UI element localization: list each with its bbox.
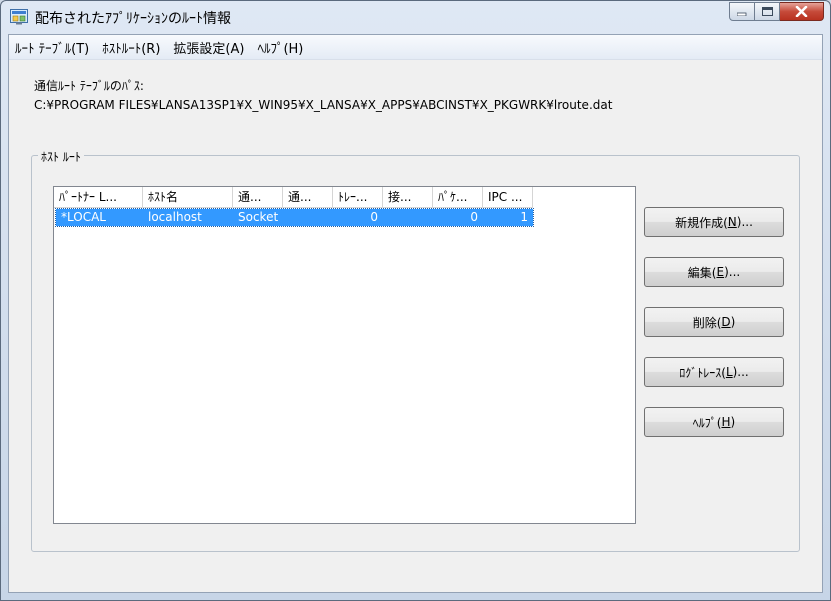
table-row[interactable]: *LOCAL localhost Socket 0 0 1	[55, 208, 534, 227]
help-button-key: H	[721, 415, 731, 429]
cell-trace: 0	[370, 210, 378, 224]
edit-button-suffix: )...	[724, 265, 741, 279]
host-route-list[interactable]: ﾊﾟｰﾄﾅｰ L... ﾎｽﾄ名 通... 通... ﾄﾚｰ... 接... ﾊ…	[53, 186, 636, 524]
delete-button[interactable]: 削除(D)	[644, 307, 784, 337]
edit-button[interactable]: 編集(E)...	[644, 257, 784, 287]
window-title: 配布されたｱﾌﾟﾘｹｰｼｮﾝのﾙｰﾄ情報	[35, 11, 231, 27]
column-header-trace[interactable]: ﾄﾚｰ...	[333, 187, 383, 207]
new-button-suffix: )...	[736, 215, 753, 229]
help-button-label: ﾍﾙﾌﾟ(	[692, 415, 722, 430]
column-header-ipc[interactable]: IPC ...	[483, 187, 533, 207]
menu-help[interactable]: ﾍﾙﾌﾟ(H)	[251, 38, 310, 57]
menu-extended-settings[interactable]: 拡張設定(A)	[167, 38, 251, 57]
cell-packet: 0	[470, 210, 478, 224]
minimize-icon	[737, 12, 747, 16]
route-table-path-value: C:¥PROGRAM FILES¥LANSA13SP1¥X_WIN95¥X_LA…	[34, 98, 613, 112]
cell-host-name: localhost	[148, 210, 202, 224]
app-window: 配布されたｱﾌﾟﾘｹｰｼｮﾝのﾙｰﾄ情報 ﾙｰﾄ ﾃｰﾌﾞﾙ(T) ﾎｽﾄﾙｰﾄ…	[0, 0, 831, 601]
new-button-label: 新規作成(	[675, 215, 728, 230]
log-trace-button[interactable]: ﾛｸﾞﾄﾚｰｽ(L)...	[644, 357, 784, 387]
host-route-group: ﾎｽﾄ ﾙｰﾄ ﾊﾟｰﾄﾅｰ L... ﾎｽﾄ名 通... 通... ﾄﾚｰ..…	[31, 148, 800, 552]
log-trace-button-key: L	[725, 365, 733, 379]
delete-button-key: D	[721, 315, 731, 329]
column-header-partner[interactable]: ﾊﾟｰﾄﾅｰ L...	[54, 187, 143, 207]
help-button-suffix: )	[730, 415, 736, 429]
title-bar[interactable]: 配布されたｱﾌﾟﾘｹｰｼｮﾝのﾙｰﾄ情報	[1, 1, 830, 33]
close-icon	[795, 6, 808, 17]
menu-host-route[interactable]: ﾎｽﾄﾙｰﾄ(R)	[96, 38, 167, 57]
list-header: ﾊﾟｰﾄﾅｰ L... ﾎｽﾄ名 通... 通... ﾄﾚｰ... 接... ﾊ…	[54, 187, 533, 208]
client-area: ﾙｰﾄ ﾃｰﾌﾞﾙ(T) ﾎｽﾄﾙｰﾄ(R) 拡張設定(A) ﾍﾙﾌﾟ(H) 通…	[8, 34, 823, 593]
delete-button-suffix: )	[730, 315, 736, 329]
menu-bar: ﾙｰﾄ ﾃｰﾌﾞﾙ(T) ﾎｽﾄﾙｰﾄ(R) 拡張設定(A) ﾍﾙﾌﾟ(H)	[9, 35, 822, 60]
host-route-group-title: ﾎｽﾄ ﾙｰﾄ	[38, 148, 84, 165]
cell-comm-2	[283, 209, 333, 226]
column-header-packet[interactable]: ﾊﾟｹ...	[433, 187, 483, 207]
new-button[interactable]: 新規作成(N)...	[644, 207, 784, 237]
cell-ipc: 1	[520, 210, 528, 224]
log-trace-button-label: ﾛｸﾞﾄﾚｰｽ(	[679, 365, 726, 380]
new-button-key: N	[727, 215, 737, 229]
column-header-comm-2[interactable]: 通...	[283, 187, 333, 207]
column-header-host-name[interactable]: ﾎｽﾄ名	[143, 187, 233, 207]
column-header-comm-1[interactable]: 通...	[233, 187, 283, 207]
cell-connect	[383, 209, 433, 226]
delete-button-label: 削除(	[692, 315, 722, 330]
caption-buttons	[729, 2, 824, 22]
cell-comm-1: Socket	[238, 210, 279, 224]
maximize-button[interactable]	[755, 2, 780, 21]
edit-button-label: 編集(	[687, 265, 717, 280]
cell-partner: *LOCAL	[61, 210, 106, 224]
menu-route-table[interactable]: ﾙｰﾄ ﾃｰﾌﾞﾙ(T)	[9, 38, 96, 57]
minimize-button[interactable]	[729, 2, 755, 21]
column-header-connect[interactable]: 接...	[383, 187, 433, 207]
help-button[interactable]: ﾍﾙﾌﾟ(H)	[644, 407, 784, 437]
close-button[interactable]	[780, 2, 824, 21]
edit-button-key: E	[716, 265, 725, 279]
log-trace-button-suffix: )...	[732, 365, 749, 379]
app-icon	[10, 9, 28, 25]
maximize-icon	[761, 7, 773, 16]
route-table-path-label: 通信ﾙｰﾄ ﾃｰﾌﾞﾙのﾊﾟｽ:	[34, 79, 144, 93]
